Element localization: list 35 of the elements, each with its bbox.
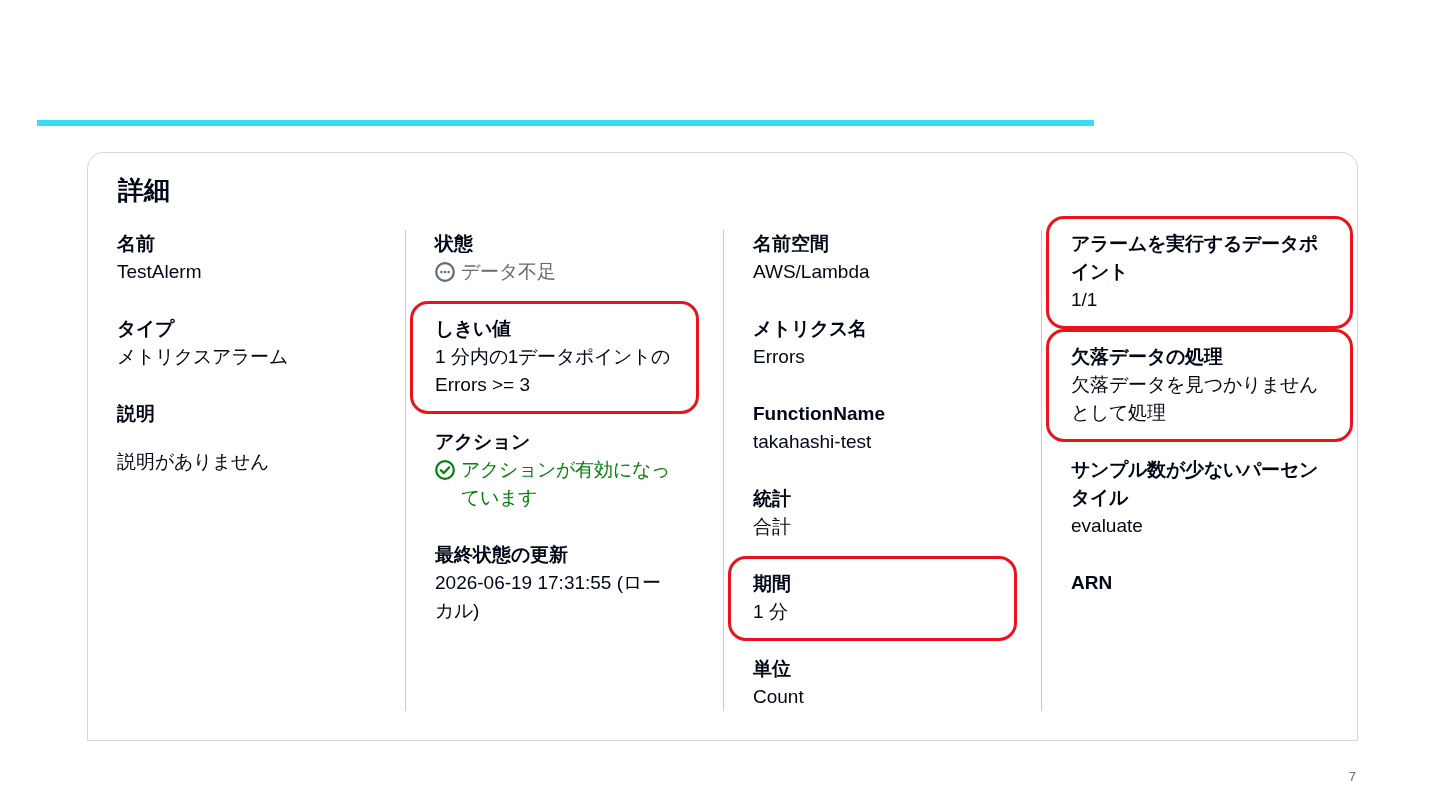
- field-label: 単位: [753, 657, 792, 681]
- field-value: evaluate: [1071, 514, 1144, 538]
- field-label: 期間: [753, 572, 792, 596]
- field-label: 名前: [117, 232, 156, 256]
- field-value: 欠落データを見つかりませんとして処理: [1071, 373, 1319, 425]
- field-label: アラームを実行するデータポイント: [1071, 232, 1319, 284]
- field-value: 説明がありません: [117, 450, 270, 474]
- field-label: タイプ: [117, 317, 176, 341]
- field-value: メトリクスアラーム: [117, 345, 289, 369]
- field-label: FunctionName: [753, 402, 886, 426]
- field-label: 状態: [435, 232, 474, 256]
- ellipsis-circle-icon: [435, 262, 455, 282]
- field-label: メトリクス名: [753, 317, 868, 341]
- field-label: 最終状態の更新: [435, 543, 569, 567]
- status-text: アクションが有効になっています: [461, 458, 671, 510]
- field-value: 2026-06-19 17:31:55 (ローカル): [435, 571, 663, 623]
- field-label: アクション: [435, 430, 531, 454]
- field-label: しきい値: [435, 317, 512, 341]
- field-label: 統計: [753, 487, 792, 511]
- field-value: Count: [753, 685, 805, 709]
- field-value: AWS/Lambda: [753, 260, 871, 284]
- panel-title: 詳細: [117, 174, 171, 207]
- field-value: TestAlerm: [117, 260, 203, 284]
- field-value: 1 分内の1データポイントの Errors >= 3: [435, 345, 672, 397]
- field-value: 合計: [753, 515, 792, 539]
- field-value: Errors: [753, 345, 806, 369]
- check-circle-icon: [435, 460, 455, 480]
- status-text: データ不足: [461, 260, 556, 284]
- field-label: 名前空間: [753, 232, 830, 256]
- field-label: 欠落データの処理: [1071, 345, 1224, 369]
- field-value: 1/1: [1071, 288, 1099, 312]
- field-value: takahashi-test: [753, 430, 873, 454]
- field-label: 説明: [117, 402, 156, 426]
- field-value: 1 分: [753, 600, 789, 624]
- page-number: 7: [1348, 769, 1356, 785]
